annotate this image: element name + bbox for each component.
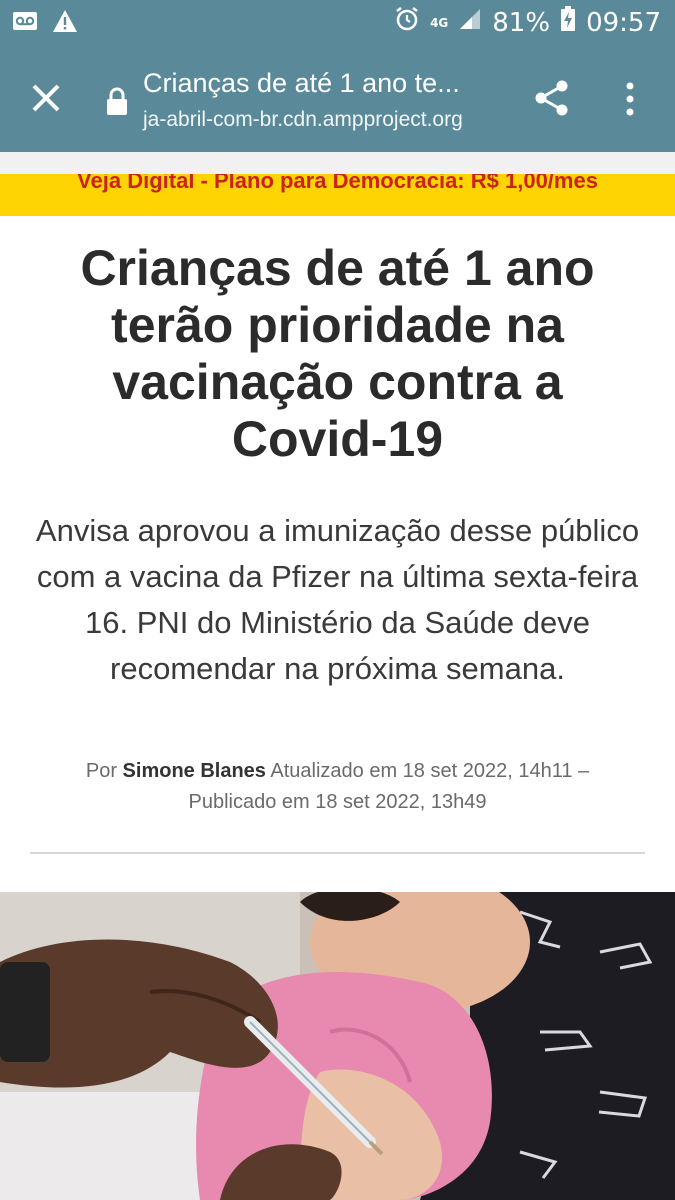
status-bar: 4G 81% 09:57 [0,0,675,46]
close-icon[interactable] [26,78,66,118]
signal-icon [458,7,482,38]
warning-icon [52,9,78,38]
author-name[interactable]: Simone Blanes [123,760,266,782]
updated-date: Atualizado em 18 set 2022, 14h11 – [270,760,590,782]
article-photo [0,892,675,1200]
more-options-icon[interactable] [618,80,642,118]
alarm-icon [394,6,420,39]
article-headline: Crianças de até 1 ano terão prioridade n… [80,240,595,467]
article-subtitle: Anvisa aprovou a imunização desse públic… [35,513,640,686]
published-date: Publicado em 18 set 2022, 13h49 [188,791,487,813]
lock-icon [104,86,130,116]
page-title: Crianças de até 1 ano te... [143,68,460,98]
network-type-label: 4G [430,15,449,30]
page-url[interactable]: ja-abril-com-br.cdn.ampproject.org [143,108,463,132]
promo-banner-text[interactable]: Veja Digital - Plano para Democracia: R$… [0,174,675,194]
byline-prefix: Por [85,760,117,782]
browser-toolbar: Crianças de até 1 ano te... ja-abril-com… [0,46,675,152]
page-header-strip [0,152,675,174]
voicemail-icon [12,10,38,37]
battery-charging-icon [560,6,576,39]
promo-banner[interactable]: Veja Digital - Plano para Democracia: R$… [0,174,675,216]
clock: 09:57 [586,7,661,38]
divider [30,852,645,854]
article-byline: Por Simone Blanes Atualizado em 18 set 2… [30,756,645,818]
share-icon[interactable] [532,78,572,118]
battery-percent: 81% [492,7,551,38]
